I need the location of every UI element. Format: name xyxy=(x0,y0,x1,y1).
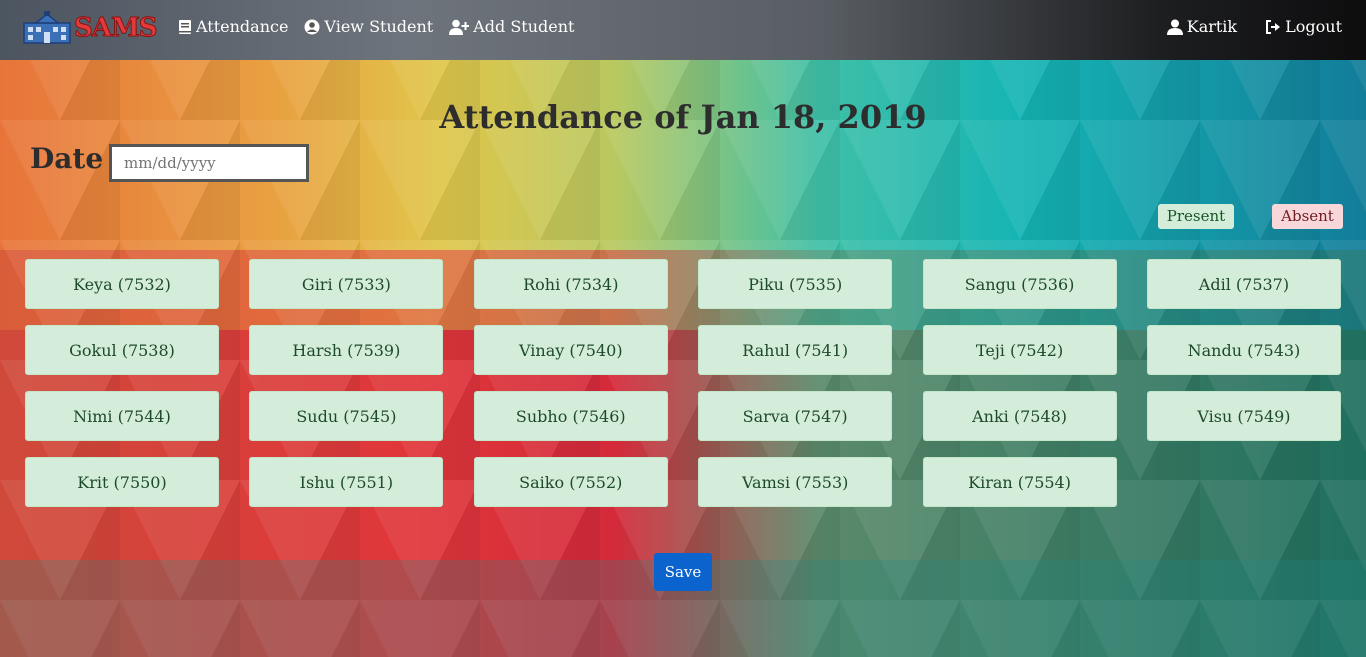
brand-name: SAMS xyxy=(74,13,159,44)
date-input[interactable] xyxy=(109,144,309,182)
student-button[interactable]: Anki (7548) xyxy=(922,391,1117,441)
student-button[interactable]: Harsh (7539) xyxy=(249,325,444,375)
student-button[interactable]: Giri (7533) xyxy=(249,259,444,309)
student-grid: Keya (7532) Giri (7533) Rohi (7534) Piku… xyxy=(25,259,1341,507)
nav-logout-label: Logout xyxy=(1285,17,1342,36)
user-plus-icon xyxy=(449,19,470,35)
book-icon xyxy=(179,19,191,34)
sign-out-icon xyxy=(1266,19,1281,34)
student-button[interactable]: Krit (7550) xyxy=(25,457,219,507)
student-button[interactable]: Sudu (7545) xyxy=(249,391,444,441)
student-button[interactable]: Teji (7542) xyxy=(922,325,1117,375)
student-button[interactable]: Adil (7537) xyxy=(1146,259,1341,309)
student-button[interactable]: Kiran (7554) xyxy=(922,457,1117,507)
student-button[interactable]: Ishu (7551) xyxy=(249,457,444,507)
student-button[interactable]: Subho (7546) xyxy=(473,391,668,441)
nav-user-profile[interactable]: Kartik xyxy=(1166,17,1238,36)
date-label: Date xyxy=(30,142,104,175)
user-circle-icon xyxy=(304,19,320,34)
student-button[interactable]: Sarva (7547) xyxy=(698,391,893,441)
user-icon xyxy=(1166,19,1183,35)
page-title: Attendance of Jan 18, 2019 xyxy=(439,98,927,136)
student-button[interactable]: Nimi (7544) xyxy=(25,391,219,441)
school-building-icon xyxy=(23,11,71,44)
nav-add-student[interactable]: Add Student xyxy=(449,17,574,36)
save-button[interactable]: Save xyxy=(654,553,712,591)
nav-view-student[interactable]: View Student xyxy=(304,17,433,36)
nav-attendance[interactable]: Attendance xyxy=(178,17,288,36)
student-button[interactable]: Vamsi (7553) xyxy=(698,457,893,507)
legend-absent-badge: Absent xyxy=(1272,204,1343,229)
nav-view-student-label: View Student xyxy=(324,17,434,36)
main-content: Attendance of Jan 18, 2019 Date Present … xyxy=(0,60,1366,657)
top-navbar: SAMS Attendance View Student Add Student… xyxy=(0,0,1366,60)
brand-logo[interactable]: SAMS xyxy=(22,10,159,46)
student-button[interactable]: Gokul (7538) xyxy=(25,325,219,375)
nav-user-label: Kartik xyxy=(1186,17,1238,36)
student-button[interactable]: Visu (7549) xyxy=(1146,391,1341,441)
student-button[interactable]: Rohi (7534) xyxy=(473,259,668,309)
nav-add-student-label: Add Student xyxy=(473,17,575,36)
student-button[interactable]: Sangu (7536) xyxy=(922,259,1117,309)
student-button[interactable]: Nandu (7543) xyxy=(1146,325,1341,375)
student-button[interactable]: Rahul (7541) xyxy=(698,325,893,375)
student-button[interactable]: Vinay (7540) xyxy=(473,325,668,375)
nav-attendance-label: Attendance xyxy=(196,17,289,36)
legend-present-badge: Present xyxy=(1158,204,1234,229)
student-button[interactable]: Saiko (7552) xyxy=(473,457,668,507)
student-button[interactable]: Piku (7535) xyxy=(698,259,893,309)
student-button[interactable]: Keya (7532) xyxy=(25,259,219,309)
nav-logout[interactable]: Logout xyxy=(1265,17,1342,36)
